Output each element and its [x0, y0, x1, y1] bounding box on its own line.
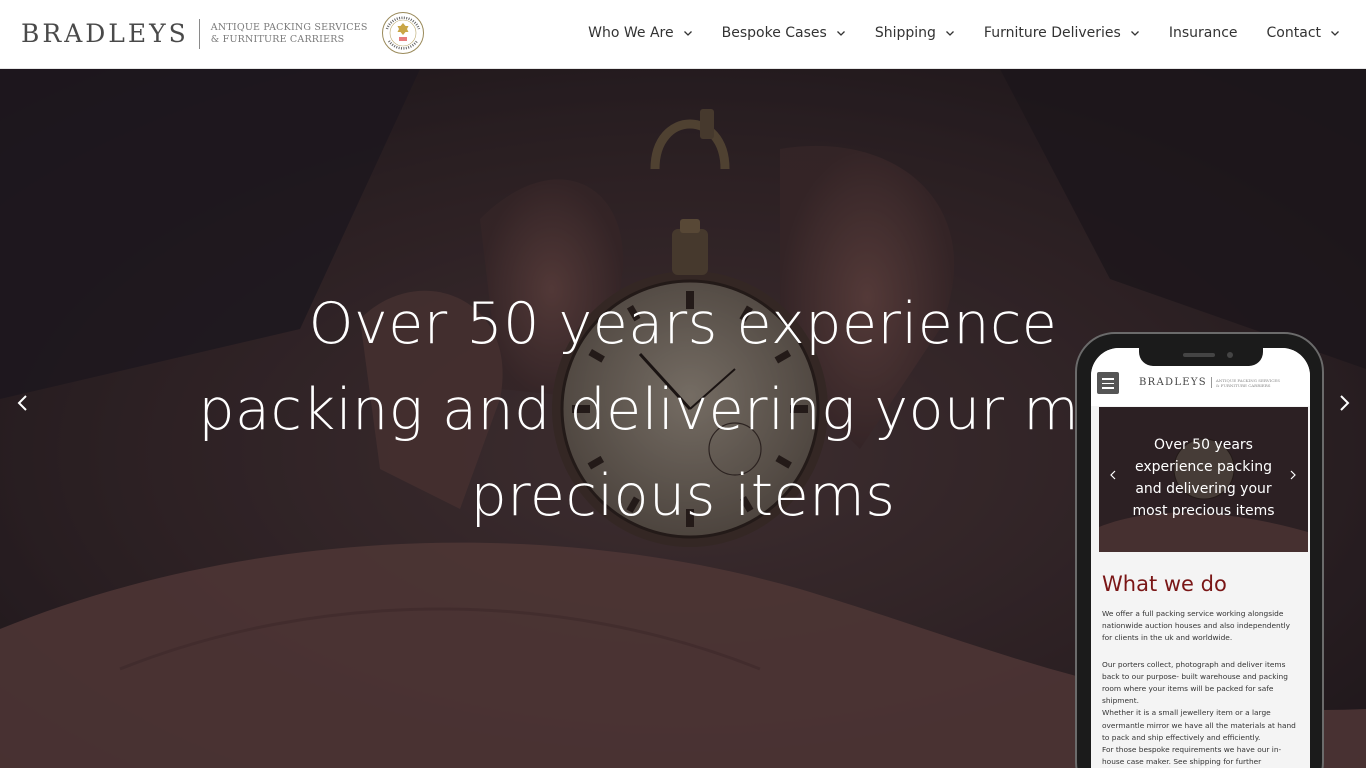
- chevron-down-icon: [1331, 31, 1339, 36]
- nav-item-label: Furniture Deliveries: [983, 25, 1121, 41]
- logo-tagline-line: & FURNITURE CARRIERS: [210, 34, 345, 45]
- phone-camera: [1227, 352, 1233, 358]
- phone-speaker: [1183, 353, 1215, 357]
- body-text-line: house case maker. See shipping for furth…: [1102, 757, 1262, 767]
- body-text-line: to pack and ship effectively and efficie…: [1102, 732, 1261, 742]
- approved-service-seal-icon: [382, 12, 424, 54]
- mobile-hero-headline-line: most precious items: [1132, 503, 1275, 519]
- nav-item-bespoke-cases[interactable]: Bespoke Cases: [722, 25, 846, 41]
- chevron-right-icon[interactable]: [1334, 391, 1354, 415]
- what-we-do-body: We offer a full packing service working …: [1102, 608, 1302, 768]
- nav-item-label: Bespoke Cases: [721, 25, 827, 41]
- body-text-line: back to our purpose- built warehouse and…: [1102, 671, 1288, 681]
- mobile-hero-headline-line: experience packing: [1135, 459, 1272, 475]
- mobile-logo-tagline: ANTIQUE PACKING SERVICES & FURNITURE CAR…: [1216, 378, 1280, 388]
- site-logo[interactable]: BRADLEYS ANTIQUE PACKING SERVICES & FURN…: [21, 18, 368, 50]
- chevron-down-icon: [836, 31, 845, 36]
- body-text-line: We offer a full packing service working …: [1102, 609, 1284, 618]
- mobile-logo-divider: [1210, 377, 1212, 388]
- site-header: BRADLEYS ANTIQUE PACKING SERVICES & FURN…: [0, 0, 1366, 69]
- chevron-right-icon[interactable]: [1288, 469, 1298, 481]
- nav-item-insurance[interactable]: Insurance: [1169, 25, 1238, 41]
- mobile-logo-tagline-line: & FURNITURE CARRIERS: [1215, 382, 1271, 388]
- nav-item-shipping[interactable]: Shipping: [875, 25, 955, 41]
- chevron-down-icon: [1130, 31, 1139, 36]
- nav-item-contact[interactable]: Contact: [1267, 25, 1340, 41]
- phone-screen: BRADLEYS ANTIQUE PACKING SERVICES & FURN…: [1091, 348, 1310, 768]
- nav-item-label: Insurance: [1168, 25, 1238, 41]
- mobile-logo[interactable]: BRADLEYS ANTIQUE PACKING SERVICES & FURN…: [1139, 377, 1280, 388]
- nav-item-label: Contact: [1266, 25, 1321, 41]
- chevron-left-icon[interactable]: [1108, 469, 1118, 481]
- chevron-down-icon: [945, 31, 954, 36]
- chevron-left-icon[interactable]: [13, 391, 33, 415]
- what-we-do-heading: What we do: [1102, 572, 1227, 596]
- mobile-hero-headline-line: and delivering your: [1135, 481, 1272, 497]
- body-text-line: overmantle mirror we have all the materi…: [1102, 720, 1296, 730]
- body-text-line: shipment.: [1102, 696, 1139, 706]
- body-text-line: for clients in the uk and worldwide.: [1102, 633, 1233, 643]
- mobile-logo-tagline-line: ANTIQUE PACKING SERVICES: [1215, 377, 1280, 383]
- body-text-line: nationwide auction houses and also indep…: [1102, 621, 1291, 631]
- nav-item-label: Who We Are: [588, 25, 674, 41]
- logo-tagline: ANTIQUE PACKING SERVICES & FURNITURE CAR…: [211, 22, 368, 46]
- body-text-line: For those bespoke requirements we have o…: [1102, 745, 1282, 755]
- nav-item-label: Shipping: [874, 25, 936, 41]
- body-text-line: room where your items will be packed for…: [1102, 684, 1274, 694]
- nav-item-who-we-are[interactable]: Who We Are: [588, 25, 692, 41]
- nav-item-furniture-deliveries[interactable]: Furniture Deliveries: [984, 25, 1140, 41]
- mobile-hero-headline: Over 50 years experience packing and del…: [1121, 434, 1286, 522]
- phone-mockup: BRADLEYS ANTIQUE PACKING SERVICES & FURN…: [1075, 332, 1324, 768]
- hamburger-menu-icon[interactable]: [1097, 372, 1119, 394]
- mobile-hero-slider: Over 50 years experience packing and del…: [1099, 407, 1308, 552]
- body-text-line: Whether it is a small jewellery item or …: [1102, 708, 1271, 718]
- chevron-down-icon: [683, 31, 692, 36]
- main-nav: Who We Are Bespoke Cases Shipping Furnit…: [588, 0, 1340, 66]
- logo-divider: [198, 19, 200, 49]
- mobile-logo-wordmark: BRADLEYS: [1139, 377, 1207, 388]
- mobile-hero-headline-line: Over 50 years: [1154, 437, 1253, 453]
- body-text-line: Our porters collect, photograph and deli…: [1102, 659, 1286, 669]
- phone-notch: [1139, 348, 1263, 366]
- logo-tagline-line: ANTIQUE PACKING SERVICES: [210, 22, 368, 33]
- logo-wordmark: BRADLEYS: [21, 19, 189, 48]
